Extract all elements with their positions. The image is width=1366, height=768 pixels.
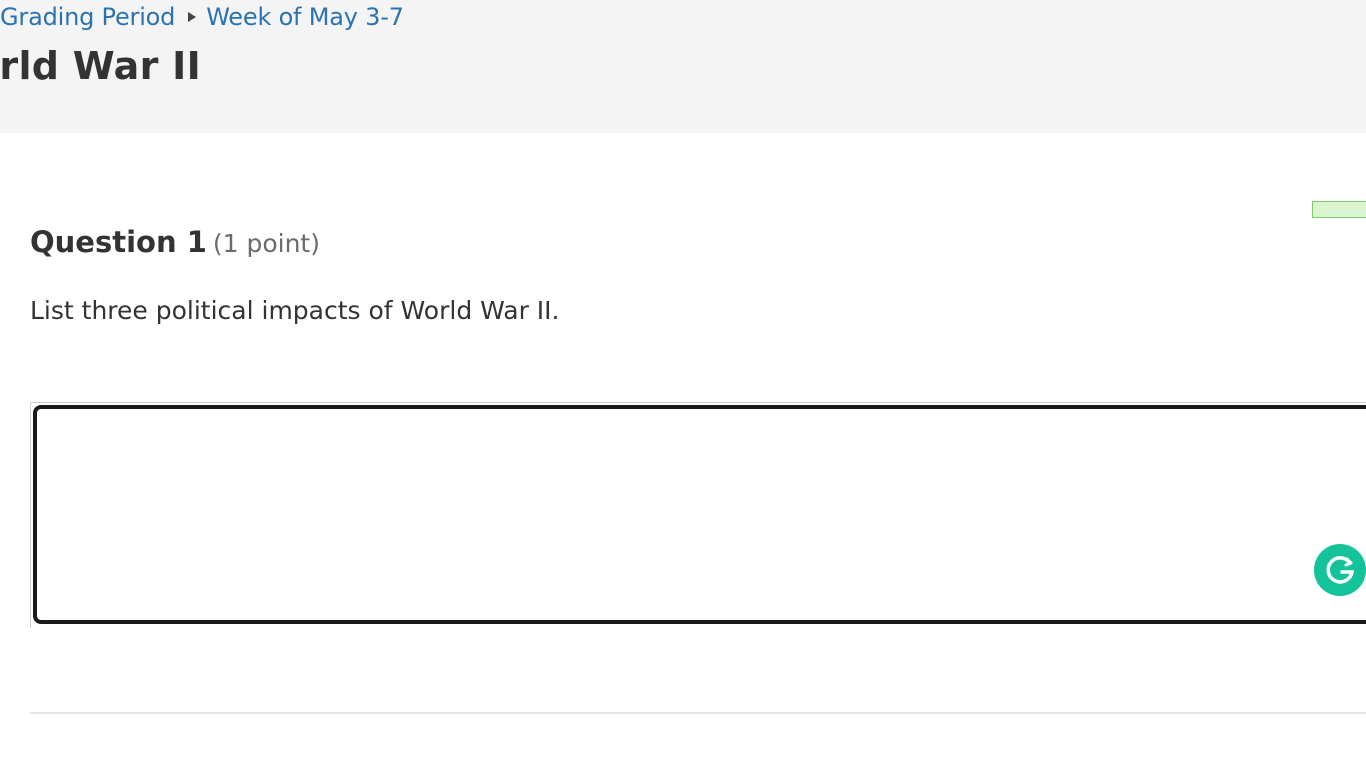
grammarly-glyph <box>1326 556 1355 584</box>
triangle-right-icon <box>188 12 197 22</box>
question-prompt: List three political impacts of World Wa… <box>30 296 560 325</box>
section-divider <box>30 712 1366 714</box>
page-header: Grading Period Week of May 3-7 orld War … <box>0 0 1366 133</box>
page-title: orld War II <box>0 44 202 88</box>
question-heading: Question 1 (1 point) <box>30 225 320 259</box>
answer-field-wrapper <box>30 402 1366 628</box>
question-points: (1 point) <box>212 229 320 258</box>
breadcrumb: Grading Period Week of May 3-7 <box>0 0 404 34</box>
breadcrumb-week-link[interactable]: Week of May 3-7 <box>206 3 404 31</box>
breadcrumb-grading-period-link[interactable]: Grading Period <box>0 3 175 31</box>
question-number: Question 1 <box>30 225 207 259</box>
progress-indicator <box>1312 201 1366 218</box>
answer-textarea[interactable] <box>33 405 1366 624</box>
grammarly-icon[interactable] <box>1314 544 1366 596</box>
